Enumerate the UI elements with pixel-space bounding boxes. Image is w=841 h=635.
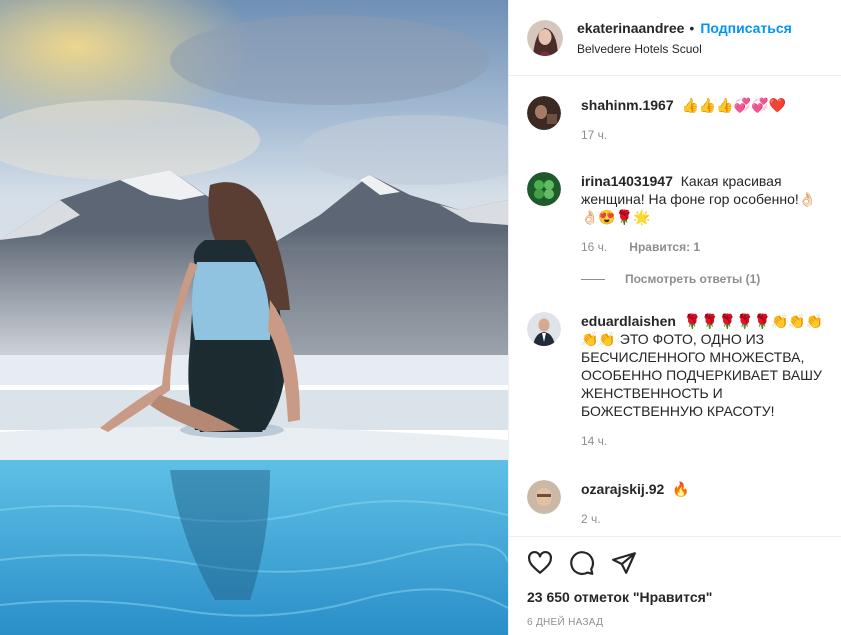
- comment-text: 🔥: [672, 481, 690, 497]
- commenter-avatar[interactable]: [527, 312, 561, 346]
- comment-time[interactable]: 16 ч.: [581, 238, 607, 256]
- comment-body: ozarajskij.92 🔥 2 ч.: [581, 480, 690, 528]
- commenter-avatar[interactable]: [527, 480, 561, 514]
- comment-item: ozarajskij.92 🔥 2 ч.: [527, 480, 831, 528]
- comment-time[interactable]: 14 ч.: [581, 432, 607, 450]
- commenter-avatar[interactable]: [527, 172, 561, 206]
- paper-plane-icon[interactable]: [611, 550, 637, 576]
- follow-button[interactable]: Подписаться: [700, 20, 792, 36]
- separator-dot: •: [689, 19, 695, 36]
- author-username[interactable]: ekaterinaandree: [577, 20, 684, 36]
- post-location[interactable]: Belvedere Hotels Scuol: [577, 42, 792, 56]
- comment-item: eduardlaishen 🌹🌹🌹🌹🌹👏👏👏👏👏 ЭТО ФОТО, ОДНО …: [527, 312, 831, 450]
- comment-meta: 16 ч. Нравится: 1: [581, 238, 831, 256]
- comment-body: irina14031947 Какая красивая женщина! На…: [581, 172, 831, 288]
- comment-meta: 14 ч.: [581, 432, 831, 450]
- comment-body: eduardlaishen 🌹🌹🌹🌹🌹👏👏👏👏👏 ЭТО ФОТО, ОДНО …: [581, 312, 831, 450]
- replies-line: [581, 278, 605, 280]
- comment-text-line: shahinm.1967 👍👍👍💞💞❤️: [581, 96, 786, 114]
- comment-username[interactable]: eduardlaishen: [581, 313, 676, 329]
- comment-text-line: ozarajskij.92 🔥: [581, 480, 690, 498]
- comment-likes[interactable]: Нравится: 1: [629, 238, 700, 256]
- comment-time[interactable]: 2 ч.: [581, 510, 601, 528]
- post-header: ekaterinaandree • Подписаться Belvedere …: [509, 0, 841, 76]
- heart-icon[interactable]: [527, 550, 553, 576]
- likes-count[interactable]: 23 650 отметок "Нравится": [527, 589, 823, 605]
- comment-time[interactable]: 17 ч.: [581, 126, 607, 144]
- comment-username[interactable]: irina14031947: [581, 173, 673, 189]
- comment-username[interactable]: shahinm.1967: [581, 97, 674, 113]
- view-replies-button[interactable]: Посмотреть ответы (1): [581, 270, 831, 288]
- action-icons: [527, 549, 823, 577]
- post-photo-image: [0, 0, 508, 635]
- author-avatar[interactable]: [527, 19, 563, 56]
- comment-body: shahinm.1967 👍👍👍💞💞❤️ 17 ч.: [581, 96, 786, 144]
- post-actions-bar: 23 650 отметок "Нравится" 6 ДНЕЙ НАЗАД: [509, 536, 841, 628]
- comment-meta: 2 ч.: [581, 510, 690, 528]
- comment-meta: 17 ч.: [581, 126, 786, 144]
- comment-username[interactable]: ozarajskij.92: [581, 481, 664, 497]
- post-photo[interactable]: [0, 0, 508, 635]
- comment-text-line: irina14031947 Какая красивая женщина! На…: [581, 172, 831, 226]
- comment-item: irina14031947 Какая красивая женщина! На…: [527, 172, 831, 288]
- comments-list[interactable]: shahinm.1967 👍👍👍💞💞❤️ 17 ч. irina14031947: [509, 76, 841, 536]
- comment-text: 👍👍👍💞💞❤️: [681, 97, 787, 113]
- commenter-avatar[interactable]: [527, 96, 561, 130]
- post-date[interactable]: 6 ДНЕЙ НАЗАД: [527, 617, 823, 628]
- post-side-panel: ekaterinaandree • Подписаться Belvedere …: [508, 0, 841, 635]
- header-text: ekaterinaandree • Подписаться Belvedere …: [577, 20, 792, 56]
- view-replies-label: Посмотреть ответы (1): [625, 272, 761, 286]
- comment-item: shahinm.1967 👍👍👍💞💞❤️ 17 ч.: [527, 96, 831, 144]
- header-row: ekaterinaandree • Подписаться: [577, 20, 792, 36]
- comment-icon[interactable]: [569, 550, 595, 576]
- comment-text-line: eduardlaishen 🌹🌹🌹🌹🌹👏👏👏👏👏 ЭТО ФОТО, ОДНО …: [581, 312, 831, 420]
